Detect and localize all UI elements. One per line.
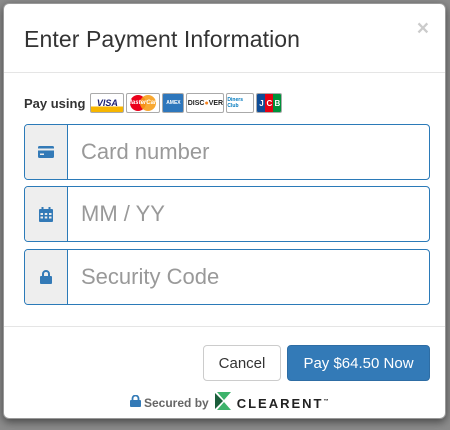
diners-club-logo-icon: Diners Club <box>226 93 255 113</box>
expiry-input[interactable] <box>68 187 429 241</box>
diners-logo-text: Diners Club <box>227 97 243 109</box>
security-code-input[interactable] <box>68 250 429 304</box>
jcb-letter-c: C <box>265 94 274 112</box>
jcb-letter-j: J <box>257 94 266 112</box>
modal-body: Pay using VISA MasterCard AMEX DISC ● VER … <box>4 74 445 326</box>
mastercard-logo-icon: MasterCard <box>126 93 161 113</box>
visa-logo-text: VISA <box>96 98 118 108</box>
calendar-icon <box>25 187 68 241</box>
secured-by-label: Secured by <box>144 396 209 410</box>
modal-title: Enter Payment Information <box>24 26 301 52</box>
card-number-input[interactable] <box>68 125 429 179</box>
clearent-logo-icon <box>213 391 233 416</box>
jcb-logo-icon: J C B <box>256 93 283 113</box>
pay-button[interactable]: Pay $64.50 Now <box>287 345 430 381</box>
lock-icon <box>25 250 68 304</box>
security-code-group <box>24 249 430 305</box>
credit-card-icon <box>25 125 68 179</box>
close-button[interactable]: × <box>417 18 429 39</box>
amex-logo-icon: AMEX <box>162 93 185 113</box>
modal-footer: Cancel Pay $64.50 Now Secured by CLEAREN… <box>4 326 445 418</box>
secured-by-badge: Secured by CLEARENT™ <box>130 391 329 416</box>
modal-header: Enter Payment Information × <box>4 4 445 73</box>
discover-logo-icon: DISC ● VER <box>186 93 225 113</box>
clearent-brand-name: CLEARENT™ <box>237 396 329 411</box>
mastercard-logo-text: MasterCard <box>126 100 160 106</box>
lock-icon <box>130 394 141 412</box>
brand-text: CLEARENT <box>236 395 324 411</box>
pay-using-row: Pay using VISA MasterCard AMEX DISC ● VER … <box>24 92 284 114</box>
jcb-letter-b: B <box>273 94 282 112</box>
visa-logo-icon: VISA <box>90 93 125 113</box>
payment-modal: Enter Payment Information × Pay using VI… <box>3 3 446 419</box>
amex-logo-text: AMEX <box>166 100 181 106</box>
brand-tm: ™ <box>323 398 329 405</box>
card-number-group <box>24 124 430 180</box>
discover-logo-text: DISC <box>187 99 205 107</box>
discover-logo-text-2: VER <box>208 99 224 107</box>
cancel-button[interactable]: Cancel <box>203 345 281 381</box>
expiry-group <box>24 186 430 242</box>
pay-using-label: Pay using <box>24 95 86 111</box>
